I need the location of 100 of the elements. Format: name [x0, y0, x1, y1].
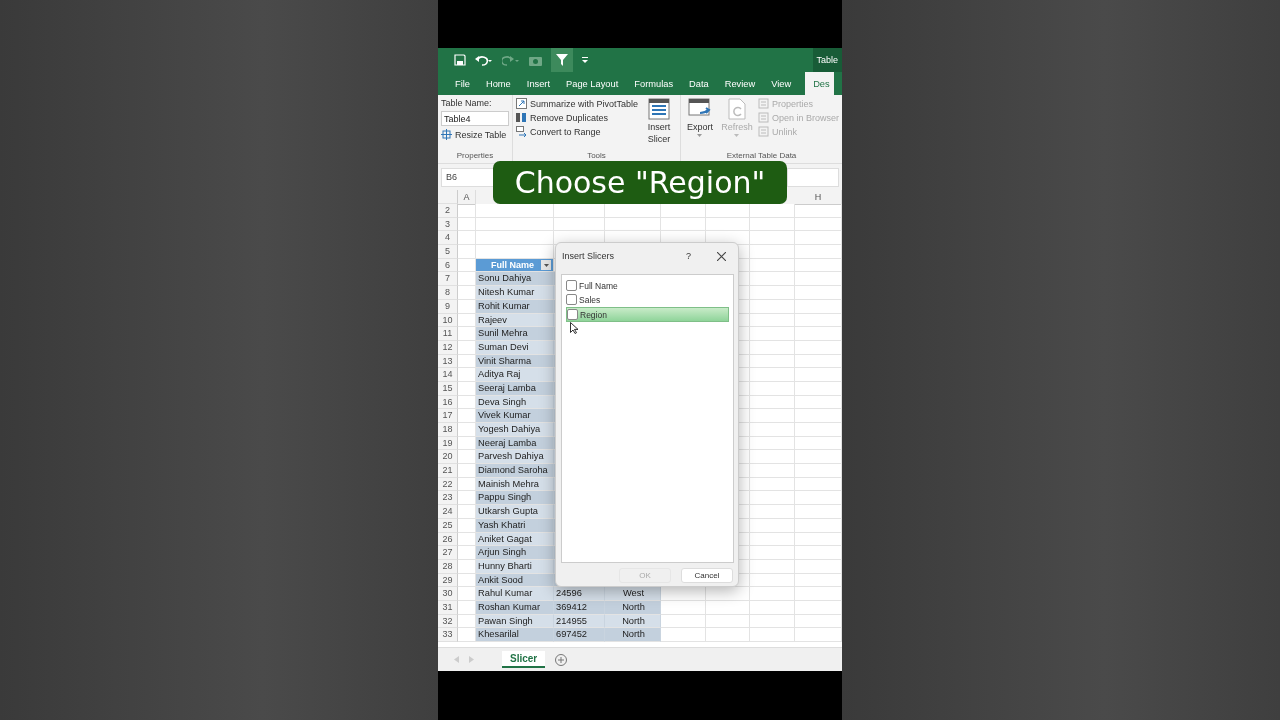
grid-cell[interactable]	[750, 464, 795, 478]
grid-cell[interactable]	[458, 245, 476, 259]
grid-cell[interactable]	[750, 272, 795, 287]
tools-command[interactable]: Remove Duplicates	[516, 112, 639, 123]
grid-cell[interactable]	[750, 299, 795, 314]
name-box[interactable]: B6	[441, 167, 495, 187]
grid-cell[interactable]	[458, 231, 476, 246]
grid-cell[interactable]	[750, 628, 795, 642]
row-number[interactable]: 7	[438, 272, 458, 287]
column-header[interactable]: A	[458, 190, 476, 205]
row-number[interactable]: 27	[438, 546, 458, 560]
tools-command[interactable]: Summarize with PivotTable	[516, 98, 639, 109]
export-button[interactable]: Export	[683, 98, 716, 151]
ribbon-tab[interactable]: Data	[681, 72, 717, 95]
field-option[interactable]: Sales	[566, 293, 729, 306]
row-number[interactable]: 30	[438, 587, 458, 601]
grid-cell[interactable]	[458, 204, 476, 218]
row-number[interactable]: 5	[438, 245, 458, 259]
ribbon-tab[interactable]: Page Layout	[558, 72, 627, 95]
grid-cell[interactable]	[661, 628, 706, 642]
ribbon-tab[interactable]: Insert	[518, 72, 559, 95]
grid-cell[interactable]	[476, 231, 554, 246]
row-number[interactable]: 11	[438, 327, 458, 341]
grid-cell[interactable]	[605, 217, 661, 232]
row-number[interactable]: 20	[438, 450, 458, 465]
grid-cell[interactable]	[750, 559, 795, 574]
grid-cell[interactable]	[661, 600, 706, 615]
checkbox[interactable]	[567, 309, 578, 320]
grid-cell[interactable]	[458, 217, 476, 232]
row-number[interactable]: 14	[438, 368, 458, 382]
grid-cell[interactable]	[750, 258, 795, 273]
tools-command[interactable]: Convert to Range	[516, 126, 639, 137]
field-option[interactable]: Region	[566, 307, 729, 322]
row-number[interactable]: 2	[438, 204, 458, 218]
grid-cell[interactable]	[750, 546, 795, 560]
grid-cell[interactable]	[706, 614, 750, 629]
grid-cell[interactable]	[750, 313, 795, 328]
row-number[interactable]: 33	[438, 628, 458, 642]
grid-cell[interactable]	[750, 286, 795, 300]
scroll-right-icon[interactable]	[469, 656, 474, 663]
grid-cell[interactable]	[750, 340, 795, 355]
grid-cell[interactable]	[476, 245, 554, 259]
grid-cell[interactable]	[661, 614, 706, 629]
table-name-field[interactable]: Table4	[441, 111, 509, 126]
grid-cell[interactable]	[750, 245, 795, 259]
grid-cell[interactable]	[750, 532, 795, 547]
grid-cell[interactable]	[750, 573, 795, 588]
row-number[interactable]: 23	[438, 491, 458, 506]
grid-cell[interactable]	[750, 450, 795, 465]
grid-cell[interactable]	[750, 587, 795, 601]
grid-cell[interactable]	[750, 354, 795, 369]
resize-table-button[interactable]: Resize Table	[441, 129, 509, 140]
grid-cell[interactable]	[750, 477, 795, 492]
field-option[interactable]: Full Name	[566, 279, 729, 292]
ribbon-tab[interactable]: File	[447, 72, 478, 95]
row-number[interactable]: 18	[438, 423, 458, 437]
ribbon-tab[interactable]: Review	[716, 72, 764, 95]
row-number[interactable]: 8	[438, 286, 458, 300]
filter-button[interactable]	[551, 48, 573, 72]
ribbon-tab[interactable]: Des	[805, 72, 834, 95]
grid-cell[interactable]	[750, 423, 795, 437]
sheet-tab[interactable]: Slicer	[502, 651, 546, 668]
redo-icon[interactable]	[502, 54, 520, 66]
ribbon-tab[interactable]: Home	[478, 72, 519, 95]
undo-icon[interactable]	[475, 54, 493, 66]
grid-cell[interactable]	[750, 518, 795, 533]
save-icon[interactable]	[454, 54, 466, 66]
grid-cell[interactable]	[750, 505, 795, 519]
row-number[interactable]: 24	[438, 505, 458, 519]
ribbon-tab[interactable]: View	[763, 72, 800, 95]
add-sheet-icon[interactable]	[555, 653, 568, 666]
grid-cell[interactable]	[750, 368, 795, 382]
select-all-corner[interactable]	[438, 190, 458, 204]
grid-cell[interactable]	[706, 628, 750, 642]
row-number[interactable]: 17	[438, 409, 458, 423]
grid-cell[interactable]	[750, 614, 795, 629]
camera-icon[interactable]	[529, 54, 542, 66]
checkbox[interactable]	[566, 280, 577, 291]
grid-cell[interactable]	[750, 231, 795, 246]
ribbon-tab[interactable]: Formulas	[626, 72, 682, 95]
grid-cell[interactable]	[750, 395, 795, 410]
grid-cell[interactable]	[476, 217, 554, 232]
grid-cell[interactable]	[750, 436, 795, 451]
grid-cell[interactable]	[706, 217, 750, 232]
grid-cell[interactable]	[750, 217, 795, 232]
grid-cell[interactable]	[750, 491, 795, 506]
grid-cell[interactable]	[706, 600, 750, 615]
grid-cell[interactable]	[554, 217, 605, 232]
scroll-left-icon[interactable]	[454, 656, 459, 663]
grid-cell[interactable]	[750, 409, 795, 423]
filter-dropdown-button[interactable]	[541, 260, 551, 271]
checkbox[interactable]	[566, 294, 577, 305]
help-button[interactable]: ?	[686, 251, 691, 261]
insert-slicer-button[interactable]: Insert Slicer	[643, 98, 676, 151]
cancel-button[interactable]: Cancel	[681, 568, 733, 583]
formula-field[interactable]	[787, 167, 839, 187]
grid-cell[interactable]	[750, 381, 795, 396]
customize-caret-icon[interactable]	[582, 56, 588, 64]
row-number[interactable]: 21	[438, 464, 458, 478]
grid-cell[interactable]	[661, 217, 706, 232]
